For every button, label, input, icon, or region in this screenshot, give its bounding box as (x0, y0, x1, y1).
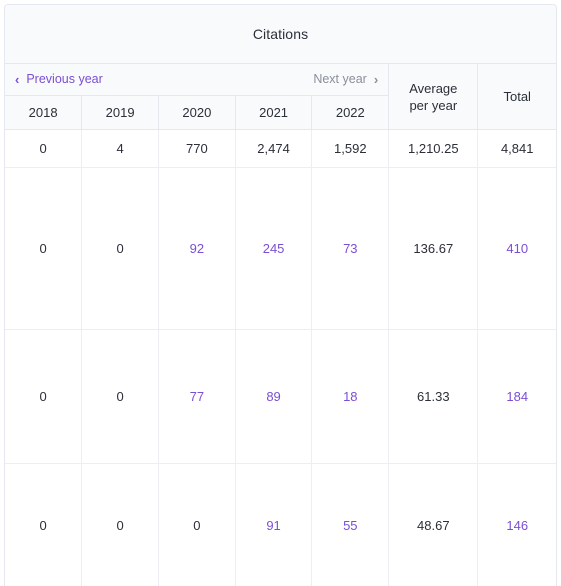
cell-total: 4,841 (478, 130, 556, 168)
chevron-left-icon: ‹ (15, 73, 19, 86)
cell-value-link[interactable]: 89 (266, 389, 280, 404)
cell-value: 1,592 (334, 141, 367, 156)
cell-2020: 77 (158, 330, 235, 464)
cell-2021: 89 (235, 330, 312, 464)
cell-value: 48.67 (417, 518, 450, 533)
cell-average: 1,210.25 (389, 130, 478, 168)
page-root: Citations ‹ Previous year (0, 0, 561, 575)
cell-value: 2,474 (257, 141, 290, 156)
cell-2020: 92 (158, 168, 235, 330)
table-body: 0 4 770 2,474 1,592 1,210.25 4,841 0 0 9… (5, 130, 556, 586)
chevron-right-icon: › (374, 73, 378, 86)
cell-2018: 0 (5, 464, 82, 586)
cell-value-link[interactable]: 146 (506, 518, 528, 533)
cell-value: 0 (40, 389, 47, 404)
cell-value: 0 (116, 518, 123, 533)
cell-value: 0 (40, 518, 47, 533)
cell-2019: 0 (82, 330, 159, 464)
cell-value: 0 (116, 241, 123, 256)
cell-value: 4 (116, 141, 123, 156)
next-year-button[interactable]: Next year › (313, 73, 378, 86)
cell-2022: 55 (312, 464, 389, 586)
cell-2019: 4 (82, 130, 159, 168)
previous-year-button[interactable]: ‹ Previous year (15, 73, 103, 86)
cell-value-link[interactable]: 245 (263, 241, 285, 256)
column-header-year-2018: 2018 (5, 96, 82, 130)
citations-table: ‹ Previous year Next year › Average per … (5, 64, 556, 586)
year-navigation-row: ‹ Previous year Next year › Average per … (5, 64, 556, 96)
column-header-year-2021: 2021 (235, 96, 312, 130)
total-label: Total (503, 89, 530, 104)
cell-value-link[interactable]: 91 (266, 518, 280, 533)
cell-value-link[interactable]: 184 (506, 389, 528, 404)
cell-2018: 0 (5, 330, 82, 464)
cell-value: 4,841 (501, 141, 534, 156)
cell-value: 0 (40, 241, 47, 256)
cell-2018: 0 (5, 168, 82, 330)
table-row: 0 0 77 89 18 61.33 184 (5, 330, 556, 464)
previous-year-label: Previous year (26, 73, 102, 86)
cell-average: 136.67 (389, 168, 478, 330)
cell-total: 184 (478, 330, 556, 464)
cell-value-link[interactable]: 77 (190, 389, 204, 404)
cell-2019: 0 (82, 464, 159, 586)
average-label-line1: Average (409, 81, 457, 96)
cell-value: 0 (40, 141, 47, 156)
cell-2022: 73 (312, 168, 389, 330)
column-header-year-2022: 2022 (312, 96, 389, 130)
cell-2022: 1,592 (312, 130, 389, 168)
cell-total: 410 (478, 168, 556, 330)
cell-value: 0 (193, 518, 200, 533)
column-header-year-2020: 2020 (158, 96, 235, 130)
cell-2018: 0 (5, 130, 82, 168)
cell-value-link[interactable]: 92 (190, 241, 204, 256)
citations-card: Citations ‹ Previous year (4, 4, 557, 586)
cell-2021: 245 (235, 168, 312, 330)
cell-value-link[interactable]: 410 (506, 241, 528, 256)
year-navigation-cell: ‹ Previous year Next year › (5, 64, 389, 96)
column-header-average-per-year: Average per year (389, 64, 478, 130)
cell-value: 136.67 (413, 241, 453, 256)
cell-value-link[interactable]: 18 (343, 389, 357, 404)
column-header-total: Total (478, 64, 556, 130)
next-year-label: Next year (313, 73, 367, 86)
page-title: Citations (253, 26, 308, 42)
cell-average: 48.67 (389, 464, 478, 586)
card-title: Citations (5, 5, 556, 64)
table-row: 0 0 0 91 55 48.67 146 (5, 464, 556, 586)
column-header-year-2019: 2019 (82, 96, 159, 130)
cell-value-link[interactable]: 73 (343, 241, 357, 256)
table-head: ‹ Previous year Next year › Average per … (5, 64, 556, 130)
cell-value: 0 (116, 389, 123, 404)
cell-2020: 0 (158, 464, 235, 586)
cell-2022: 18 (312, 330, 389, 464)
cell-2021: 91 (235, 464, 312, 586)
cell-2019: 0 (82, 168, 159, 330)
cell-average: 61.33 (389, 330, 478, 464)
table-row: 0 0 92 245 73 136.67 410 (5, 168, 556, 330)
cell-2020: 770 (158, 130, 235, 168)
cell-value: 1,210.25 (408, 141, 459, 156)
cell-value: 61.33 (417, 389, 450, 404)
average-label-line2: per year (409, 98, 457, 113)
table-row: 0 4 770 2,474 1,592 1,210.25 4,841 (5, 130, 556, 168)
cell-value-link[interactable]: 55 (343, 518, 357, 533)
cell-2021: 2,474 (235, 130, 312, 168)
cell-total: 146 (478, 464, 556, 586)
cell-value: 770 (186, 141, 208, 156)
